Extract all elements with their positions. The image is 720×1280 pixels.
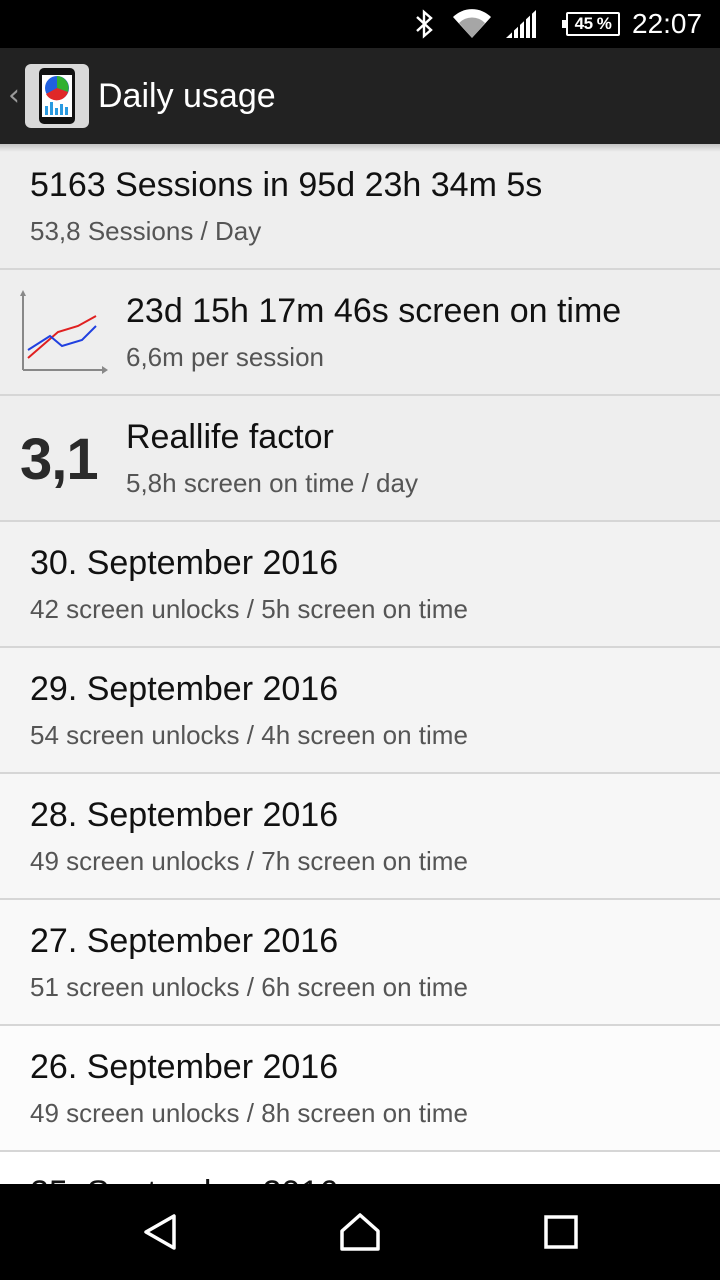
screen-time-summary-row[interactable]: 23d 15h 17m 46s screen on time 6,6m per … xyxy=(0,270,720,396)
sessions-summary-title: 5163 Sessions in 95d 23h 34m 5s xyxy=(30,166,543,204)
reallife-factor-title: Reallife factor xyxy=(126,418,334,456)
day-subtitle: 42 screen unlocks / 5h screen on time xyxy=(30,594,468,624)
day-row[interactable]: 25. September 2016 xyxy=(0,1152,720,1184)
day-row[interactable]: 30. September 2016 42 screen unlocks / 5… xyxy=(0,522,720,648)
day-title: 28. September 2016 xyxy=(30,796,339,834)
day-subtitle: 49 screen unlocks / 8h screen on time xyxy=(30,1098,468,1128)
home-icon[interactable] xyxy=(340,1212,380,1252)
usage-list[interactable]: 5163 Sessions in 95d 23h 34m 5s 53,8 Ses… xyxy=(0,144,720,1184)
line-chart-icon xyxy=(20,290,108,384)
back-icon[interactable] xyxy=(140,1212,180,1252)
reallife-factor-row[interactable]: 3,1 Reallife factor 5,8h screen on time … xyxy=(0,396,720,522)
day-title: 26. September 2016 xyxy=(30,1048,339,1086)
day-title: 29. September 2016 xyxy=(30,670,339,708)
screen-time-summary-subtitle: 6,6m per session xyxy=(126,342,324,372)
day-title: 27. September 2016 xyxy=(30,922,339,960)
sessions-summary-subtitle: 53,8 Sessions / Day xyxy=(30,216,262,246)
reallife-factor-value: 3,1 xyxy=(20,427,99,492)
wifi-icon xyxy=(452,0,492,48)
day-row[interactable]: 28. September 2016 49 screen unlocks / 7… xyxy=(0,774,720,900)
status-bar: 45 % 22:07 xyxy=(0,0,720,48)
day-row[interactable]: 27. September 2016 51 screen unlocks / 6… xyxy=(0,900,720,1026)
battery-level: 45 % xyxy=(574,14,612,33)
bluetooth-icon xyxy=(414,0,436,48)
back-chevron-icon[interactable]: ‹ xyxy=(8,78,22,114)
sessions-summary-row[interactable]: 5163 Sessions in 95d 23h 34m 5s 53,8 Ses… xyxy=(0,144,720,270)
day-row[interactable]: 29. September 2016 54 screen unlocks / 4… xyxy=(0,648,720,774)
recents-icon[interactable] xyxy=(542,1212,582,1252)
day-subtitle: 49 screen unlocks / 7h screen on time xyxy=(30,846,468,876)
day-subtitle: 51 screen unlocks / 6h screen on time xyxy=(30,972,468,1002)
day-title: 25. September 2016 xyxy=(30,1174,338,1184)
day-subtitle: 54 screen unlocks / 4h screen on time xyxy=(30,720,468,750)
clock: 22:07 xyxy=(632,8,703,39)
navigation-bar xyxy=(0,1184,720,1280)
screen-time-summary-title: 23d 15h 17m 46s screen on time xyxy=(126,292,622,330)
day-title: 30. September 2016 xyxy=(30,544,339,582)
reallife-factor-subtitle: 5,8h screen on time / day xyxy=(126,468,418,498)
battery-icon: 45 % xyxy=(562,12,620,36)
day-row[interactable]: 26. September 2016 49 screen unlocks / 8… xyxy=(0,1026,720,1152)
app-logo-icon[interactable] xyxy=(25,64,89,128)
cell-signal-icon xyxy=(504,0,538,48)
action-bar-shadow xyxy=(0,144,720,152)
page-title: Daily usage xyxy=(98,77,276,115)
action-bar: ‹ Daily usage xyxy=(0,48,720,144)
